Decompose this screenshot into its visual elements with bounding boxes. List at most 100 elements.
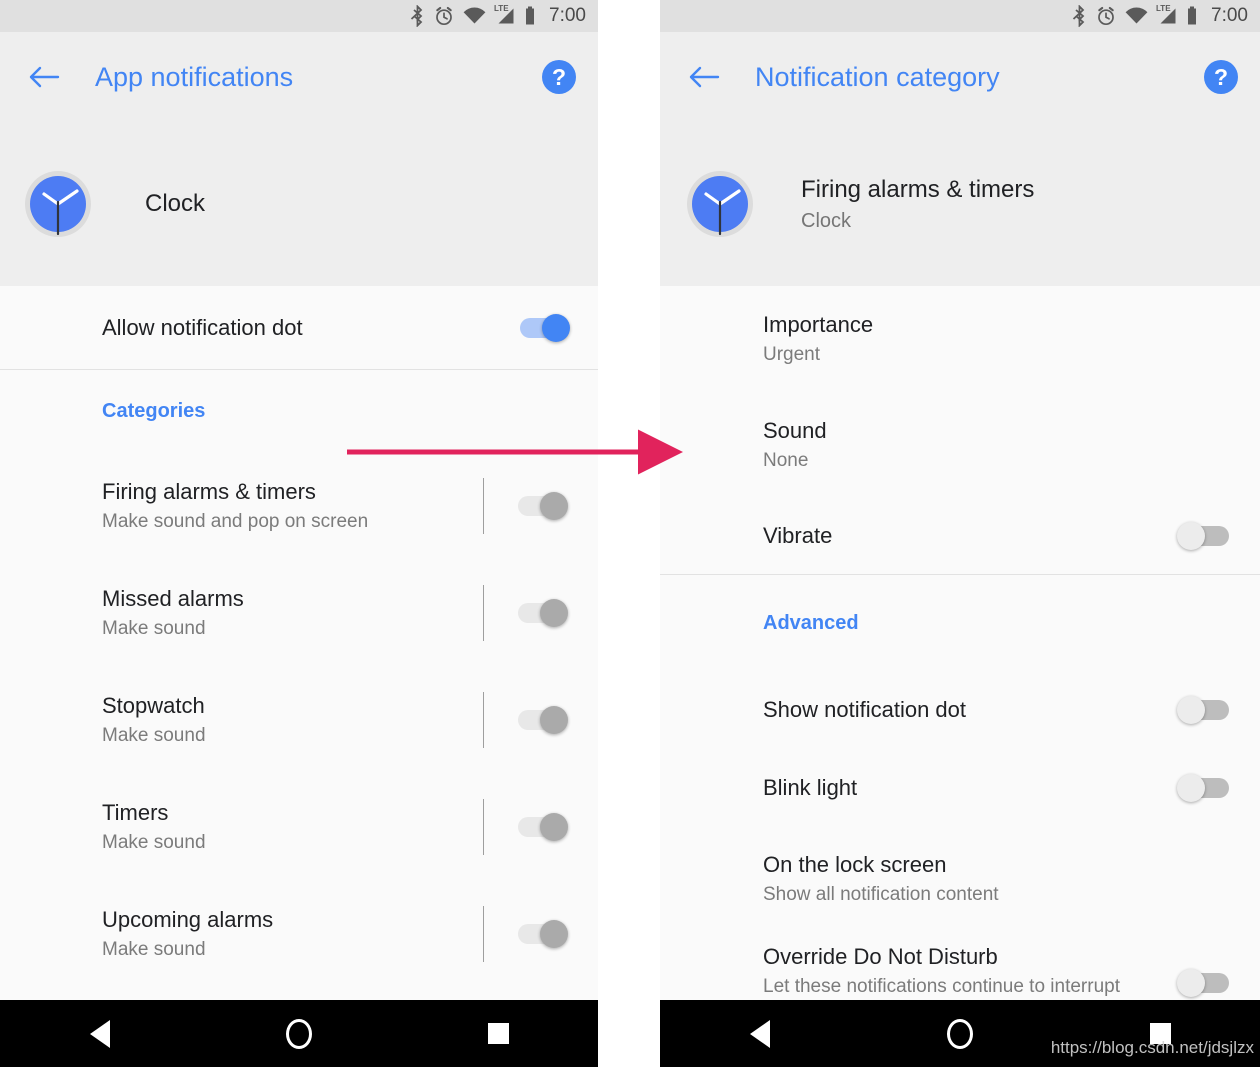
show-dot-toggle[interactable] <box>1177 693 1233 727</box>
left-app-header-text: Clock <box>145 189 205 219</box>
allow-notification-dot-row[interactable]: Allow notification dot <box>0 286 598 369</box>
row-separator <box>483 584 484 641</box>
right-category-title: Firing alarms & timers <box>801 175 1035 203</box>
category-text: Stopwatch Make sound <box>102 692 483 748</box>
row-separator <box>483 477 484 534</box>
nav-back-button[interactable] <box>727 1011 793 1057</box>
back-button-left[interactable] <box>24 57 64 97</box>
row-separator <box>483 798 484 855</box>
vibrate-row[interactable]: Vibrate <box>660 498 1260 574</box>
toggle-thumb <box>542 313 570 342</box>
blink-light-toggle[interactable] <box>1177 771 1233 805</box>
importance-label: Importance <box>763 312 874 337</box>
sound-text: Sound None <box>763 417 1233 473</box>
toggle-thumb <box>540 705 568 734</box>
clock-app-icon <box>25 171 91 237</box>
status-bar-right: LTE 7:00 <box>660 0 1260 32</box>
allow-dot-text: Allow notification dot <box>102 314 516 342</box>
category-row-firing-alarms[interactable]: Firing alarms & timers Make sound and po… <box>0 452 598 559</box>
category-title: Timers <box>102 799 169 825</box>
category-row-stopwatch[interactable]: Stopwatch Make sound <box>0 666 598 773</box>
status-bar-time: 7:00 <box>1211 5 1248 26</box>
category-toggle[interactable] <box>514 917 570 951</box>
left-app-bar: App notifications ? <box>0 32 598 122</box>
nav-back-button[interactable] <box>67 1011 133 1057</box>
toggle-thumb <box>1177 522 1205 550</box>
home-circle-icon <box>947 1018 973 1049</box>
lock-screen-value: Show all notification content <box>763 883 999 905</box>
category-subtitle: Make sound and pop on screen <box>102 510 369 532</box>
category-row-missed-alarms[interactable]: Missed alarms Make sound <box>0 559 598 666</box>
help-button-right[interactable]: ? <box>1204 60 1238 94</box>
back-button-right[interactable] <box>684 57 724 97</box>
bluetooth-icon <box>1072 5 1085 27</box>
status-bar-left: LTE 7:00 <box>0 0 598 32</box>
category-row-upcoming-alarms[interactable]: Upcoming alarms Make sound <box>0 880 598 987</box>
sound-row[interactable]: Sound None <box>660 392 1260 498</box>
battery-icon <box>526 6 535 25</box>
help-button-left[interactable]: ? <box>542 60 576 94</box>
category-toggle[interactable] <box>514 810 570 844</box>
importance-text: Importance Urgent <box>763 311 1233 367</box>
right-app-header: Firing alarms & timers Clock <box>660 122 1260 286</box>
categories-section-header: Categories <box>0 370 598 452</box>
categories-label: Categories <box>102 399 206 422</box>
battery-icon <box>1188 6 1197 25</box>
lock-screen-row[interactable]: On the lock screen Show all notification… <box>660 827 1260 930</box>
nav-home-button[interactable] <box>266 1011 332 1057</box>
home-circle-icon <box>285 1018 312 1049</box>
importance-value: Urgent <box>763 344 821 365</box>
importance-row[interactable]: Importance Urgent <box>660 286 1260 392</box>
vibrate-label: Vibrate <box>763 523 833 548</box>
blink-light-label: Blink light <box>763 775 858 800</box>
vibrate-toggle[interactable] <box>1177 519 1233 553</box>
override-dnd-toggle[interactable] <box>1177 966 1233 1000</box>
category-title: Stopwatch <box>102 692 205 718</box>
recents-square-icon <box>487 1023 509 1044</box>
wifi-icon <box>1125 7 1148 24</box>
nav-recents-button[interactable] <box>465 1011 531 1057</box>
row-separator <box>483 905 484 962</box>
right-nav-bar: https://blog.csdn.net/jdsjlzx <box>660 1000 1260 1067</box>
back-arrow-icon <box>29 66 60 88</box>
category-text: Firing alarms & timers Make sound and po… <box>102 478 483 534</box>
left-content: Allow notification dot Categories Firing… <box>0 286 598 987</box>
right-app-name: Clock <box>801 209 852 232</box>
category-title: Firing alarms & timers <box>102 478 316 504</box>
advanced-section-header: Advanced <box>660 575 1260 671</box>
right-phone-screen: LTE 7:00 Notification category ? Firing … <box>660 0 1260 1067</box>
blink-light-row[interactable]: Blink light <box>660 749 1260 827</box>
status-bar-time: 7:00 <box>549 5 586 26</box>
alarm-icon <box>1098 6 1114 26</box>
sound-label: Sound <box>763 418 827 443</box>
vibrate-text: Vibrate <box>763 522 1177 550</box>
category-subtitle: Make sound <box>102 938 206 960</box>
category-row-timers[interactable]: Timers Make sound <box>0 773 598 880</box>
toggle-thumb <box>540 491 568 520</box>
left-nav-bar <box>0 1000 598 1067</box>
lte-label: LTE <box>1156 4 1171 13</box>
category-toggle[interactable] <box>514 703 570 737</box>
help-icon: ? <box>551 63 567 90</box>
show-notification-dot-row[interactable]: Show notification dot <box>660 671 1260 749</box>
allow-dot-toggle[interactable] <box>516 311 572 345</box>
watermark-text: https://blog.csdn.net/jdsjlzx <box>1050 1038 1254 1057</box>
toggle-thumb <box>1177 696 1205 724</box>
category-toggle[interactable] <box>514 596 570 630</box>
category-subtitle: Make sound <box>102 724 206 746</box>
blink-light-text: Blink light <box>763 774 1177 802</box>
row-separator <box>483 691 484 748</box>
show-dot-text: Show notification dot <box>763 696 1177 724</box>
back-triangle-icon <box>89 1019 110 1048</box>
lte-label: LTE <box>494 4 509 13</box>
category-text: Upcoming alarms Make sound <box>102 906 483 962</box>
lte-signal-icon: LTE <box>494 4 515 25</box>
left-app-header: Clock <box>0 122 598 286</box>
nav-home-button[interactable] <box>927 1011 993 1057</box>
alarm-icon <box>436 6 452 26</box>
category-toggle[interactable] <box>514 489 570 523</box>
category-title: Missed alarms <box>102 585 244 611</box>
back-triangle-icon <box>750 1019 770 1048</box>
left-page-title: App notifications <box>95 61 294 92</box>
override-dnd-label: Override Do Not Disturb <box>763 943 998 969</box>
